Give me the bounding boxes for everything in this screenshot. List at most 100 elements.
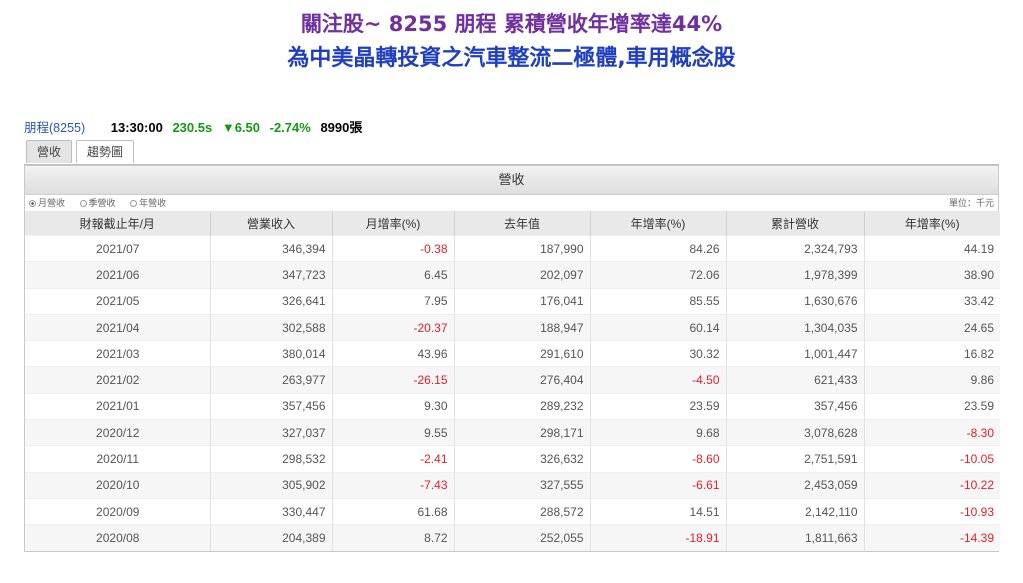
cell-period: 2020/09 [25,497,211,525]
cell-yoy: -6.61 [590,471,727,499]
table-row: 2020/10 305,902 -7.43 327,555 -6.61 2,453,059… [25,471,1000,499]
cell-mom: 9.30 [332,392,455,420]
cell-cumulative: 3,078,628 [726,419,865,446]
cell-cumulative-yoy: -8.30 [864,419,1000,446]
cell-cumulative: 2,142,110 [726,497,865,525]
cell-mom: -20.37 [332,313,455,341]
cell-mom: 6.45 [332,261,455,289]
option-yearly-label: 年營收 [139,198,167,208]
stock-name-link[interactable]: 朋程(8255) [24,121,85,135]
cell-mom: -0.38 [332,234,455,262]
cell-yoy: 72.06 [590,261,727,289]
cell-cumulative: 357,456 [726,392,865,420]
cell-period: 2021/05 [25,287,211,315]
cell-cumulative: 1,811,663 [726,524,865,551]
header-cumulative-yoy: 年增率(%) [864,211,1000,236]
table-row: 2020/09 330,447 61.68 288,572 14.51 2,142,110… [25,497,1000,525]
table-row: 2021/06 347,723 6.45 202,097 72.06 1,978,399 3… [25,261,1000,289]
quote-price: 230.5s [172,120,213,135]
cell-cumulative: 1,304,035 [726,313,865,341]
cell-cumulative-yoy: 44.19 [864,234,1000,262]
cell-revenue: 305,902 [210,471,333,499]
header-last-year: 去年值 [454,211,591,236]
cell-cumulative-yoy: 9.86 [864,366,1000,394]
cell-last-year: 276,404 [454,366,591,394]
header-mom: 月增率(%) [332,211,455,236]
cell-cumulative-yoy: -10.05 [864,445,1000,473]
revenue-panel: 朋程(8255) 13:30:00 230.5s ▼6.50 -2.74% 89… [24,118,1000,552]
cell-yoy: -4.50 [590,366,727,394]
cell-last-year: 176,041 [454,287,591,315]
cell-yoy: -18.91 [590,524,727,551]
cell-cumulative-yoy: 23.59 [864,392,1000,420]
cell-last-year: 291,610 [454,340,591,367]
cell-period: 2020/11 [25,445,211,473]
cell-revenue: 204,389 [210,524,333,551]
cell-revenue: 302,588 [210,313,333,341]
cell-cumulative: 2,751,591 [726,445,865,473]
period-options: 月營收 季營收 年營收 單位：千元 [25,195,998,211]
table-row: 2021/04 302,588 -20.37 188,947 60.14 1,304,03… [25,313,1000,341]
table-row: 2020/12 327,037 9.55 298,171 9.68 3,078,628 -8… [25,419,1000,446]
revenue-table: 財報截止年/月 營業收入 月增率(%) 去年值 年增率(%) 累計營收 年增率(… [25,211,1000,551]
quote-change: ▼6.50 [221,120,260,135]
cell-cumulative: 1,001,447 [726,340,865,367]
cell-mom: 8.72 [332,524,455,551]
cell-yoy: 84.26 [590,234,727,262]
quote-change-pct: -2.74% [269,120,311,135]
cell-mom: 43.96 [332,340,455,367]
cell-mom: 61.68 [332,497,455,525]
table-row: 2021/03 380,014 43.96 291,610 30.32 1,001,447… [25,340,1000,367]
cell-yoy: -8.60 [590,445,727,473]
cell-revenue: 380,014 [210,340,333,367]
cell-yoy: 14.51 [590,497,727,525]
cell-revenue: 326,641 [210,287,333,315]
cell-cumulative-yoy: 38.90 [864,261,1000,289]
cell-yoy: 9.68 [590,419,727,446]
revenue-table-box: 營收 月營收 季營收 年營收 單位：千元 財報截止年/月 營業收入 月增率(%)… [24,165,1000,552]
table-row: 2021/07 346,394 -0.38 187,990 84.26 2,324,793… [25,234,1000,262]
option-monthly[interactable]: 月營收 [29,198,65,208]
cell-cumulative: 2,324,793 [726,234,865,262]
option-quarterly-label: 季營收 [88,198,116,208]
cell-last-year: 289,232 [454,392,591,420]
table-title: 營收 [25,166,998,195]
cell-revenue: 347,723 [210,261,333,289]
header-yoy: 年增率(%) [590,211,727,236]
cell-last-year: 288,572 [454,497,591,525]
cell-revenue: 330,447 [210,497,333,525]
cell-cumulative-yoy: -14.39 [864,524,1000,551]
option-quarterly[interactable]: 季營收 [79,198,116,208]
cell-mom: 9.55 [332,419,455,446]
table-row: 2021/01 357,456 9.30 289,232 23.59 357,456 23.… [25,392,1000,420]
radio-icon[interactable] [79,200,87,207]
quote-time: 13:30:00 [110,120,163,135]
tab-bar: 營收 趨勢圖 [24,138,999,165]
radio-icon[interactable] [130,200,138,207]
cell-last-year: 202,097 [454,261,591,289]
cell-cumulative: 1,630,676 [726,287,865,315]
cell-mom: 7.95 [332,287,455,315]
cell-cumulative: 621,433 [726,366,865,394]
table-row: 2021/05 326,641 7.95 176,041 85.55 1,630,676 3… [25,287,1000,315]
tab-trend-chart[interactable]: 趨勢圖 [76,140,135,163]
option-yearly[interactable]: 年營收 [130,198,166,208]
tab-revenue[interactable]: 營收 [26,140,73,163]
header-cumulative: 累計營收 [726,211,865,236]
cell-cumulative-yoy: -10.93 [864,497,1000,525]
table-row: 2020/08 204,389 8.72 252,055 -18.91 1,811,663… [25,524,1000,551]
cell-period: 2021/07 [25,234,211,262]
option-monthly-label: 月營收 [38,198,66,208]
cell-cumulative: 1,978,399 [726,261,865,289]
header-row: 財報截止年/月 營業收入 月增率(%) 去年值 年增率(%) 累計營收 年增率(… [25,211,1000,236]
table-row: 2020/11 298,532 -2.41 326,632 -8.60 2,751,591… [25,445,1000,473]
cell-period: 2020/08 [25,524,211,551]
unit-label: 單位：千元 [948,198,994,208]
cell-last-year: 252,055 [454,524,591,551]
quote-line: 朋程(8255) 13:30:00 230.5s ▼6.50 -2.74% 89… [24,118,999,138]
radio-selected-icon[interactable] [29,200,36,207]
cell-last-year: 298,171 [454,419,591,446]
cell-period: 2021/01 [25,392,211,420]
cell-yoy: 23.59 [590,392,727,420]
cell-revenue: 346,394 [210,234,333,262]
